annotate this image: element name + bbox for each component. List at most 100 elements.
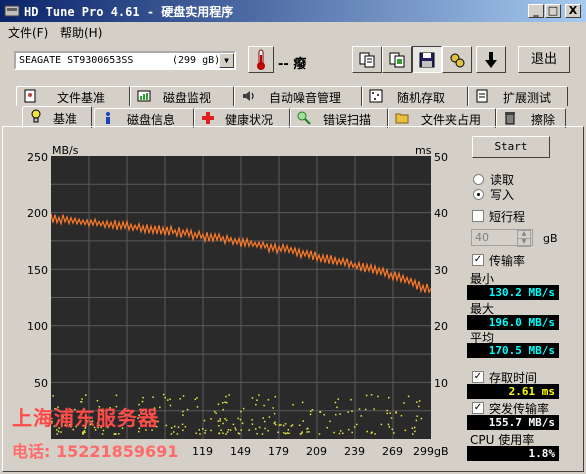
tab-random-access[interactable]: 随机存取 <box>362 86 468 106</box>
y2-tick-label: 10 <box>434 377 448 390</box>
close-button[interactable]: X <box>565 4 581 18</box>
access-time-point <box>258 426 261 429</box>
write-radio[interactable] <box>473 189 484 200</box>
access-time-point <box>342 432 344 435</box>
access-time-point <box>60 431 62 433</box>
access-time-point <box>224 417 226 420</box>
access-time-point <box>380 423 383 426</box>
x-tick-label: 299gB <box>413 445 449 458</box>
access-time-point <box>262 417 264 419</box>
transfer-rate-label: 传输率 <box>489 254 526 268</box>
access-time-point <box>302 420 305 422</box>
access-time-point <box>364 408 367 411</box>
save-button[interactable] <box>412 46 442 73</box>
access-time-point <box>400 414 403 417</box>
chevron-down-icon[interactable]: ▼ <box>219 53 234 68</box>
access-time-point <box>217 403 220 405</box>
tab-extra-tests[interactable]: 扩展测试 <box>468 86 568 106</box>
access-time-point <box>415 419 418 422</box>
access-time-point <box>283 432 285 434</box>
down-arrow-button[interactable] <box>476 46 506 73</box>
y-tick-label: 100 <box>27 320 48 333</box>
title-bar: HD Tune Pro 4.61 - 硬盘实用程序 _ □ X <box>0 0 586 22</box>
tab-noise-management[interactable]: 自动噪音管理 <box>234 86 362 106</box>
access-time-point <box>403 402 405 404</box>
access-time-point <box>272 407 274 409</box>
options-button[interactable] <box>442 46 472 73</box>
access-time-point <box>254 428 257 430</box>
transfer-rate-checkbox[interactable]: ✓ <box>472 254 484 266</box>
menu-file[interactable]: 文件(F) <box>8 24 48 41</box>
access-time-point <box>318 433 321 435</box>
access-time-point <box>311 409 314 411</box>
copy-screenshot-icon <box>389 52 405 67</box>
short-stroke-label: 短行程 <box>489 210 526 224</box>
x-tick-label: 209 <box>306 445 327 458</box>
access-time-point <box>179 398 181 400</box>
access-time-point <box>391 428 394 431</box>
access-time-point <box>388 426 391 428</box>
tab-erase[interactable]: 擦除 <box>496 108 566 128</box>
access-time-point <box>420 417 423 420</box>
tab-disk-monitor[interactable]: 磁盘监视 <box>130 86 234 106</box>
window-title: HD Tune Pro 4.61 - 硬盘实用程序 <box>24 5 234 19</box>
drive-select[interactable]: SEAGATE ST9300653SS (299 gB) ▼ <box>14 51 236 70</box>
read-radio[interactable] <box>473 174 484 185</box>
minimize-button[interactable]: _ <box>528 4 544 18</box>
y-tick-label: 50 <box>34 377 48 390</box>
access-time-point <box>165 424 168 427</box>
access-time-point <box>370 394 373 396</box>
access-time-point <box>310 410 312 413</box>
access-time-point <box>227 428 230 431</box>
access-time-point <box>222 408 225 411</box>
copy-screenshot-button[interactable] <box>382 46 412 73</box>
access-time-point <box>273 412 276 415</box>
access-time-point <box>186 408 189 411</box>
access-time-point <box>351 410 353 413</box>
exit-button[interactable]: 退出 <box>518 46 570 73</box>
x-tick-label: 119 <box>192 445 213 458</box>
access-time-point <box>278 424 281 426</box>
access-time-point <box>377 395 379 398</box>
tab-file-benchmark[interactable]: 文件基准 <box>16 86 130 106</box>
maximize-button[interactable]: □ <box>545 4 561 18</box>
y-tick-label: 200 <box>27 207 48 220</box>
access-time-point <box>347 411 349 413</box>
tab-disk-info[interactable]: 磁盘信息 <box>94 108 194 128</box>
menu-help[interactable]: 帮助(H) <box>60 24 102 41</box>
access-time-point <box>301 401 304 404</box>
copy-info-icon <box>359 52 375 67</box>
access-time-point <box>218 425 220 427</box>
access-time-point <box>241 422 244 425</box>
access-time-point <box>333 431 335 434</box>
access-time-point <box>210 418 212 420</box>
tab-folder-usage[interactable]: 文件夹占用 <box>388 108 496 128</box>
access-time-point <box>213 410 216 413</box>
access-time-point <box>255 403 257 406</box>
y-tick-label: 150 <box>27 264 48 277</box>
burst-rate-checkbox[interactable]: ✓ <box>472 402 484 414</box>
start-button[interactable]: Start <box>472 136 550 158</box>
short-stroke-checkbox[interactable] <box>472 210 484 222</box>
info-icon <box>106 112 110 124</box>
access-time-point <box>274 395 277 398</box>
access-time-point <box>56 433 58 435</box>
temperature-button[interactable] <box>248 46 274 73</box>
temperature-readout: -- 癈 <box>278 57 307 72</box>
access-time-checkbox[interactable]: ✓ <box>472 371 484 383</box>
access-time-point <box>196 397 198 399</box>
access-time-point <box>170 433 173 435</box>
tab-health[interactable]: 健康状况 <box>194 108 290 128</box>
access-time-point <box>219 420 221 422</box>
short-stroke-unit: gB <box>543 232 558 245</box>
access-time-point <box>335 413 337 416</box>
short-stroke-spinner[interactable]: 40 ▲ ▼ <box>471 229 533 247</box>
tab-error-scan[interactable]: 错误扫描 <box>290 108 388 128</box>
access-time-point <box>114 433 117 435</box>
access-time-point <box>366 430 368 433</box>
spin-down-icon[interactable]: ▼ <box>517 238 531 247</box>
access-time-point <box>225 433 227 435</box>
tab-benchmark[interactable]: 基准 <box>22 106 92 128</box>
access-time-point <box>414 430 416 433</box>
copy-info-button[interactable] <box>352 46 382 73</box>
